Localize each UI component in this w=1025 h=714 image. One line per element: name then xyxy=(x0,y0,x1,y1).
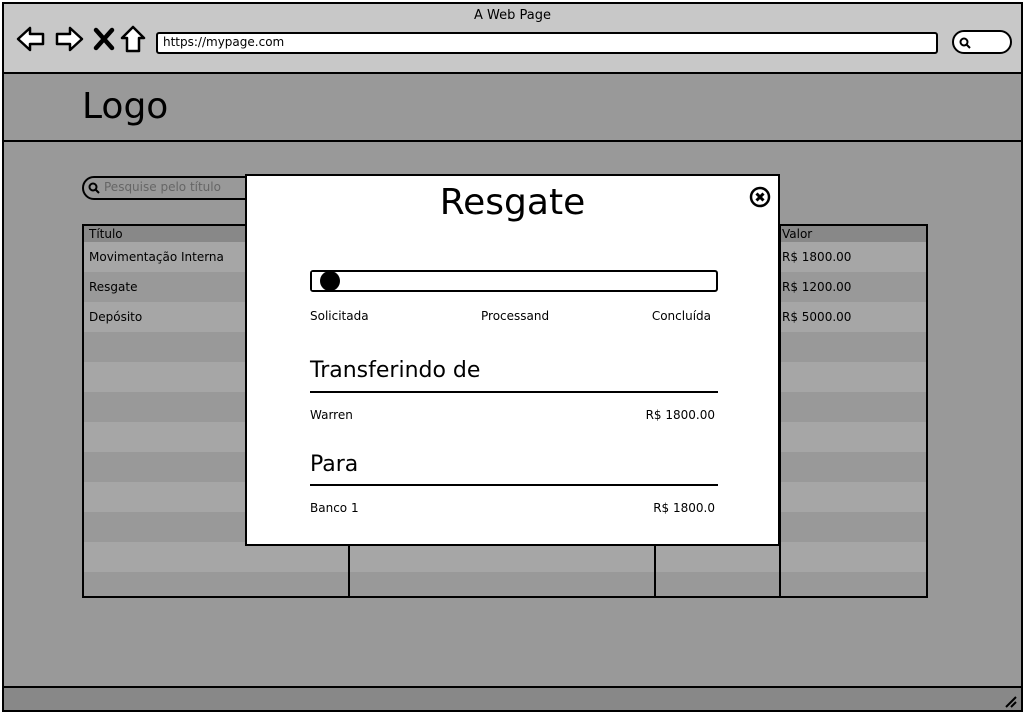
page-header: Logo xyxy=(4,74,1021,142)
from-amount: R$ 1800.00 xyxy=(645,408,715,422)
resize-grip-icon[interactable] xyxy=(1003,694,1017,708)
to-heading: Para xyxy=(310,452,359,477)
table-row-value: R$ 1800.00 xyxy=(782,250,852,264)
from-account: Warren xyxy=(310,408,353,422)
step-solicitada: Solicitada xyxy=(310,309,369,323)
close-icon[interactable] xyxy=(90,24,120,54)
status-bar xyxy=(4,686,1021,710)
back-icon[interactable] xyxy=(16,24,46,54)
to-divider xyxy=(310,484,718,486)
table-row[interactable]: Movimentação Interna xyxy=(89,250,224,264)
modal-close-icon[interactable] xyxy=(749,186,771,208)
title-search-input[interactable]: Pesquise pelo título xyxy=(82,176,262,200)
progress-fill xyxy=(312,272,321,290)
browser-toolbar: A Web Page https://mypage.com xyxy=(4,4,1021,74)
forward-icon[interactable] xyxy=(54,24,84,54)
home-icon[interactable] xyxy=(118,24,148,54)
browser-search-button[interactable] xyxy=(952,30,1012,54)
address-bar[interactable]: https://mypage.com xyxy=(156,32,938,54)
search-placeholder: Pesquise pelo título xyxy=(104,180,221,194)
table-row[interactable]: Depósito xyxy=(89,310,142,324)
column-header-value[interactable]: Valor xyxy=(782,227,812,241)
to-amount: R$ 1800.0 xyxy=(653,501,715,515)
to-account: Banco 1 xyxy=(310,501,359,515)
step-concluida: Concluída xyxy=(651,309,711,323)
redeem-modal: Resgate Solicitada Processand Concluída … xyxy=(245,174,780,546)
search-icon xyxy=(959,37,971,49)
progress-indicator xyxy=(319,271,340,291)
window-title: A Web Page xyxy=(474,8,551,23)
search-icon xyxy=(88,182,100,194)
logo: Logo xyxy=(82,86,169,127)
column-header-title[interactable]: Título xyxy=(89,227,123,241)
table-row-value: R$ 1200.00 xyxy=(782,280,852,294)
table-row-value: R$ 5000.00 xyxy=(782,310,852,324)
step-processando: Processand xyxy=(481,309,550,323)
status-progress-bar xyxy=(310,270,718,292)
table-row[interactable]: Resgate xyxy=(89,280,138,294)
from-divider xyxy=(310,391,718,393)
from-heading: Transferindo de xyxy=(310,358,481,383)
modal-title: Resgate xyxy=(439,182,586,223)
